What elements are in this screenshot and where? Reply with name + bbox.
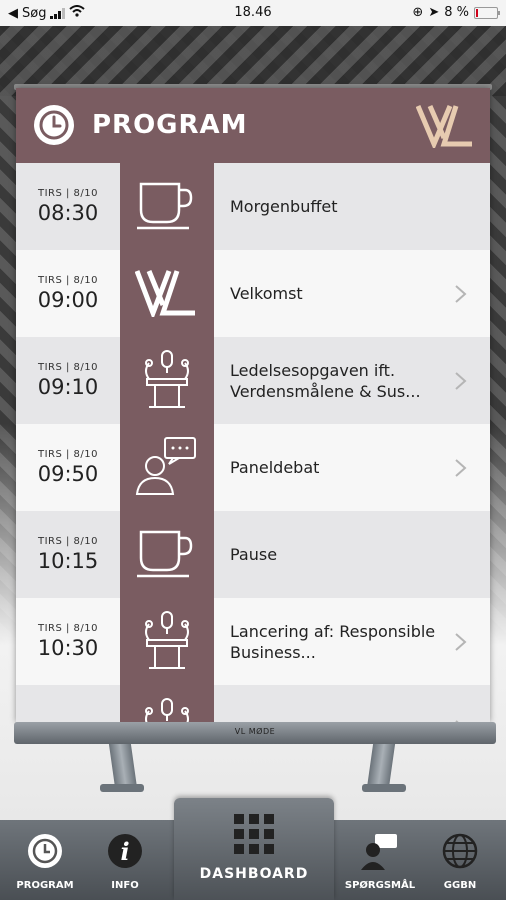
row-time: 10:30	[37, 636, 99, 660]
program-row: TIRS | 8/10 08:30 Morgenbuffet	[16, 163, 490, 250]
clock-icon	[28, 834, 62, 868]
page-title: PROGRAM	[92, 110, 248, 140]
row-time: 09:50	[37, 462, 99, 486]
row-time: 08:30	[37, 201, 99, 225]
row-title: Velkomst	[230, 284, 303, 303]
row-title: Morgenbuffet	[230, 197, 338, 216]
tab-info-label: INFO	[111, 880, 139, 891]
program-row: TIRS | 8/10 10:15 Pause	[16, 511, 490, 598]
row-title: Lancering af: Responsible Business...	[230, 621, 436, 662]
row-title-cell: Paneldebat	[214, 424, 490, 511]
battery-icon	[474, 6, 500, 19]
tab-bar: PROGRAM i INFO DASHBOARD SPØRGSMÅL GGBN	[0, 798, 506, 900]
chevron-right-icon	[455, 284, 467, 303]
status-right: ⊕ ➤ 8 %	[412, 5, 500, 20]
row-icon-column	[120, 511, 214, 598]
tab-info[interactable]: i INFO	[90, 820, 160, 900]
program-banner: PROGRAM TIRS | 8/10 08:30 Morgenbuffet TIRS…	[16, 88, 490, 722]
row-time: 09:00	[37, 288, 99, 312]
tab-program-label: PROGRAM	[16, 880, 74, 891]
speaker-podium-icon	[135, 610, 199, 674]
program-list: TIRS | 8/10 08:30 Morgenbuffet TIRS | 8/10 0…	[16, 163, 490, 722]
row-title-cell: Ledelsesopgaven ift. Verdensmålene & Sus…	[214, 337, 490, 424]
row-icon-column	[120, 250, 214, 337]
program-row[interactable]: TIRS | 8/10 09:50 Paneldebat	[16, 424, 490, 511]
battery-percent: 8 %	[444, 5, 469, 20]
row-icon-column	[120, 598, 214, 685]
row-date: TIRS | 8/10 09:50	[16, 424, 120, 511]
row-date: TIRS | 8/10	[16, 685, 120, 722]
location-icon: ➤	[428, 5, 440, 20]
row-day: TIRS | 8/10	[37, 449, 99, 460]
stand-foot-right	[362, 784, 406, 792]
tab-questions[interactable]: SPØRGSMÅL	[340, 820, 420, 900]
screen-lock-icon: ⊕	[412, 5, 424, 20]
banner-base: VL MØDE	[14, 722, 496, 744]
row-date: TIRS | 8/10 09:00	[16, 250, 120, 337]
row-title-cell: Velkomst	[214, 250, 490, 337]
tab-program[interactable]: PROGRAM	[10, 820, 80, 900]
row-title-cell	[214, 685, 490, 722]
row-date: TIRS | 8/10 08:30	[16, 163, 120, 250]
row-icon-column	[120, 163, 214, 250]
svg-text:i: i	[120, 837, 129, 866]
person-speech-icon	[361, 834, 397, 870]
row-title: Ledelsesopgaven ift. Verdensmålene & Sus…	[230, 360, 421, 401]
banner-base-label: VL MØDE	[234, 727, 276, 736]
row-day: TIRS | 8/10	[37, 188, 99, 199]
coffee-cup-icon	[135, 180, 199, 234]
tab-ggbn-label: GGBN	[443, 880, 477, 891]
row-title-cell: Lancering af: Responsible Business...	[214, 598, 490, 685]
speaker-podium-icon	[135, 697, 199, 722]
coffee-cup-icon	[135, 528, 199, 582]
row-day: TIRS | 8/10	[37, 536, 99, 547]
tab-dashboard-label: DASHBOARD	[199, 866, 309, 882]
vl-logo-icon	[416, 104, 472, 148]
row-title-cell: Morgenbuffet	[214, 163, 490, 250]
row-day: TIRS | 8/10	[37, 362, 99, 373]
row-icon-column	[120, 337, 214, 424]
program-row[interactable]: TIRS | 8/10 09:10 Ledelsesopgaven ift. Ver…	[16, 337, 490, 424]
row-date: TIRS | 8/10 10:30	[16, 598, 120, 685]
clock-icon	[34, 105, 74, 145]
row-title: Pause	[230, 545, 278, 564]
vl-logo-icon	[134, 267, 199, 321]
tab-dashboard[interactable]: DASHBOARD	[174, 798, 334, 900]
row-date: TIRS | 8/10 10:15	[16, 511, 120, 598]
speech-bubble-person-icon	[135, 436, 199, 500]
row-title-cell: Pause	[214, 511, 490, 598]
row-day: TIRS | 8/10	[37, 623, 99, 634]
chevron-right-icon	[455, 458, 467, 477]
row-day: TIRS | 8/10	[37, 275, 99, 286]
row-title: Paneldebat	[230, 458, 320, 477]
program-row[interactable]: TIRS | 8/10 10:30 Lancering af: Responsibl…	[16, 598, 490, 685]
program-row[interactable]: TIRS | 8/10	[16, 685, 490, 722]
row-time: 09:10	[37, 375, 99, 399]
grid-icon	[234, 814, 274, 854]
row-date: TIRS | 8/10 09:10	[16, 337, 120, 424]
program-row[interactable]: TIRS | 8/10 09:00 Velkomst	[16, 250, 490, 337]
status-bar: ◀ Søg 18.46 ⊕ ➤ 8 %	[0, 0, 506, 26]
tab-questions-label: SPØRGSMÅL	[344, 880, 416, 891]
info-icon: i	[108, 834, 142, 868]
stand-foot-left	[100, 784, 144, 792]
program-header: PROGRAM	[16, 88, 490, 163]
chevron-right-icon	[455, 371, 467, 390]
tab-ggbn[interactable]: GGBN	[425, 820, 495, 900]
row-icon-column	[120, 424, 214, 511]
row-icon-column	[120, 685, 214, 722]
chevron-right-icon	[455, 632, 467, 651]
row-time: 10:15	[37, 549, 99, 573]
globe-icon	[442, 833, 478, 869]
speaker-podium-icon	[135, 349, 199, 413]
